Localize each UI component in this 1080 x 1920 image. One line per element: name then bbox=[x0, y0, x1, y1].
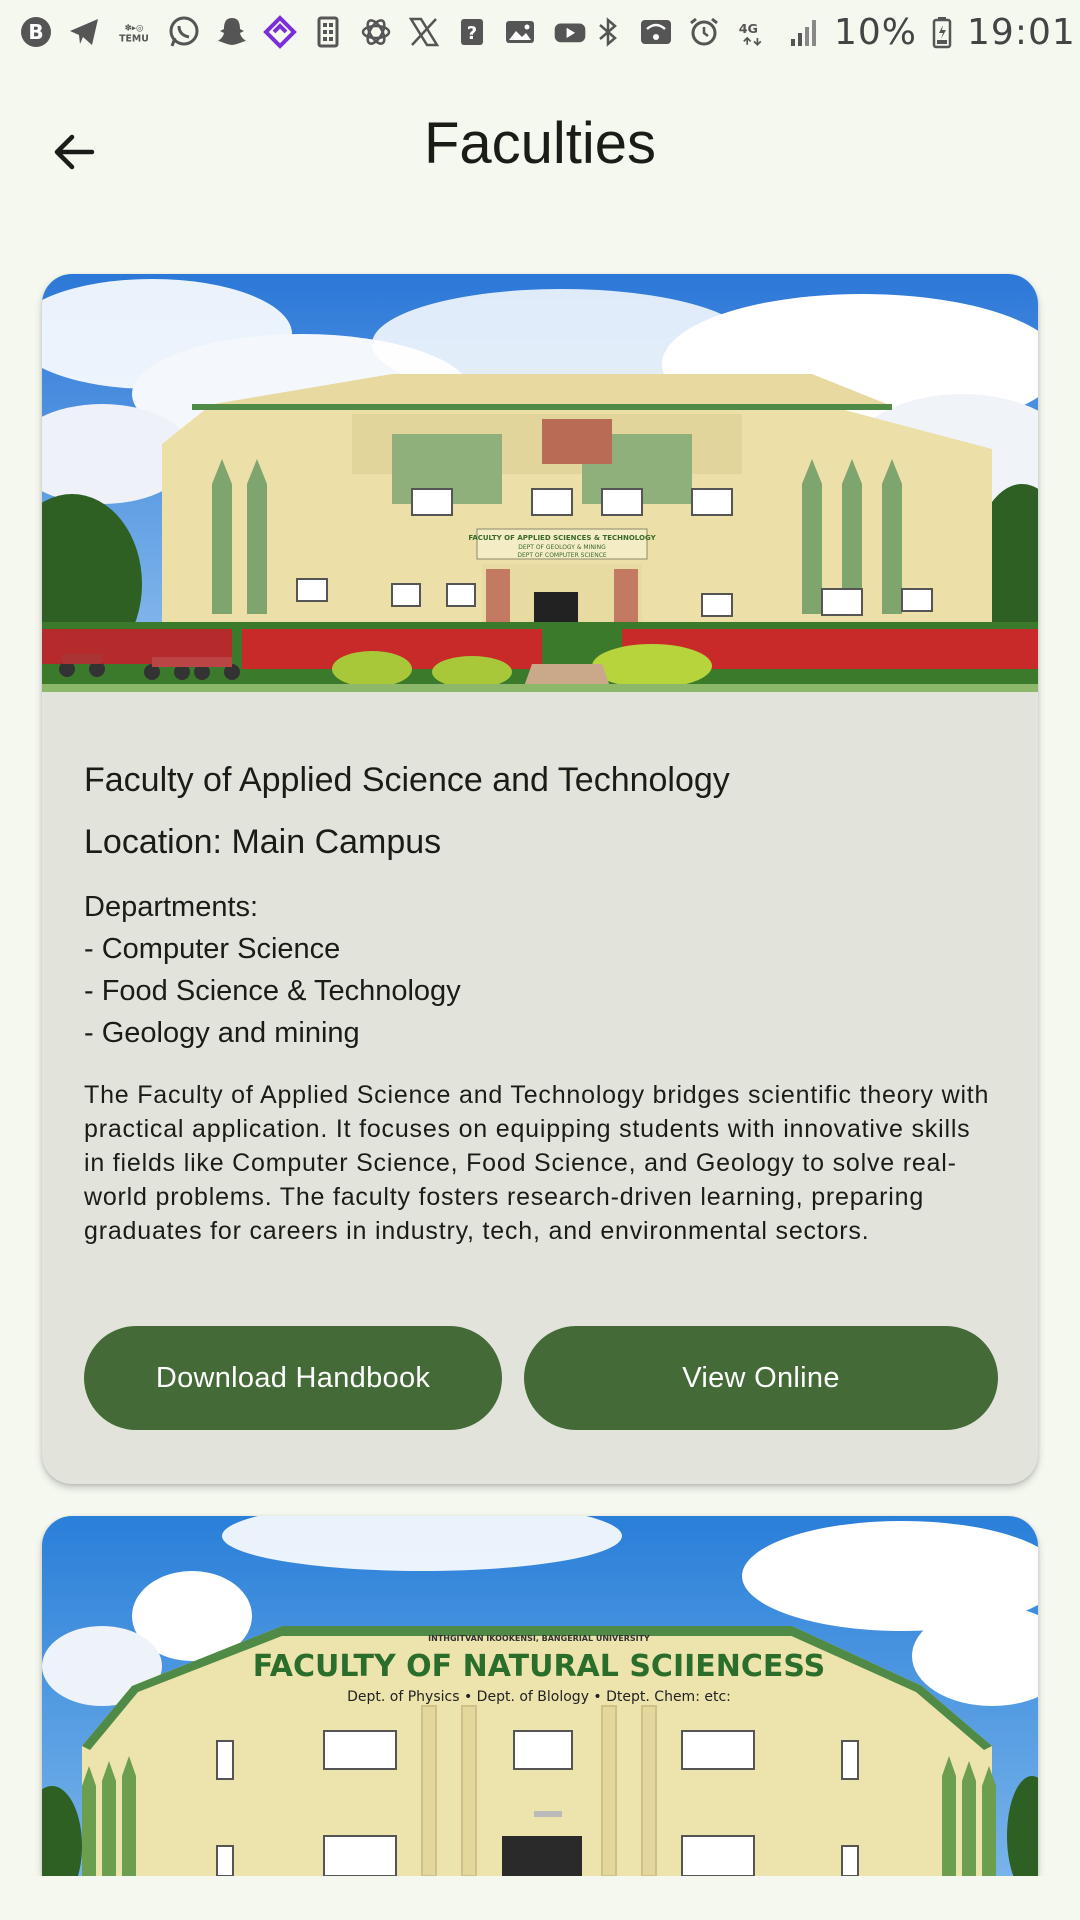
clock: 19:01 bbox=[967, 11, 1076, 53]
snapchat-icon bbox=[214, 14, 250, 50]
app-bar: Faculties bbox=[0, 64, 1080, 232]
gallery-icon bbox=[502, 14, 538, 50]
faculty-location: Location: Main Campus bbox=[84, 823, 442, 861]
b-app-icon: B bbox=[18, 14, 54, 50]
battery-percent: 10% bbox=[834, 11, 918, 53]
svg-text:?: ? bbox=[467, 23, 477, 44]
svg-text:Dept. of Physics • Dept. of Bl: Dept. of Physics • Dept. of Blology • Dt… bbox=[347, 1689, 731, 1705]
signal-icon bbox=[786, 14, 822, 50]
bottom-gesture-area bbox=[0, 1876, 1080, 1920]
notification-icons: B ✽▸◎ TEMU ? bbox=[18, 14, 590, 50]
faculty-card: INTHGITVAN IKOOKENSI, BANGERIAL UNIVERSI… bbox=[42, 1516, 1038, 1876]
svg-text:4G: 4G bbox=[739, 22, 758, 37]
question-app-icon: ? bbox=[454, 14, 490, 50]
svg-text:✽▸◎: ✽▸◎ bbox=[125, 23, 144, 33]
temu-icon: ✽▸◎ TEMU bbox=[114, 14, 154, 50]
battery-icon bbox=[929, 14, 955, 50]
faculty-building-image: INTHGITVAN IKOOKENSI, BANGERIAL UNIVERSI… bbox=[42, 1516, 1038, 1876]
svg-text:DEPT OF COMPUTER SCIENCE: DEPT OF COMPUTER SCIENCE bbox=[517, 552, 607, 559]
youtube-icon bbox=[550, 14, 590, 50]
department-item: - Geology and mining bbox=[84, 1017, 360, 1049]
card-actions: Download Handbook View Online bbox=[84, 1326, 998, 1430]
svg-text:FACULTY OF NATURAL SCIIENCESS: FACULTY OF NATURAL SCIIENCESS bbox=[253, 1649, 826, 1684]
svg-text:INTHGITVAN IKOOKENSI, BANGERIA: INTHGITVAN IKOOKENSI, BANGERIAL UNIVERSI… bbox=[428, 1634, 650, 1643]
sim-toolkit-icon bbox=[310, 14, 346, 50]
purple-app-icon bbox=[262, 14, 298, 50]
chatgpt-icon bbox=[358, 14, 394, 50]
department-item: - Computer Science bbox=[84, 933, 341, 965]
svg-text:B: B bbox=[28, 20, 43, 44]
network-type-icon: 4G bbox=[734, 14, 774, 50]
svg-text:TEMU: TEMU bbox=[119, 33, 149, 44]
department-item: - Food Science & Technology bbox=[84, 975, 461, 1007]
page-title: Faculties bbox=[423, 111, 657, 176]
svg-text:FACULTY OF APPLIED SCIENCES &: FACULTY OF APPLIED SCIENCES & TECHNOLOGY bbox=[468, 534, 656, 542]
download-handbook-button[interactable]: Download Handbook bbox=[84, 1326, 502, 1430]
faculty-description: The Faculty of Applied Science and Techn… bbox=[84, 1081, 990, 1245]
bluetooth-icon bbox=[590, 14, 626, 50]
view-online-button[interactable]: View Online bbox=[524, 1326, 998, 1430]
telegram-icon bbox=[66, 14, 102, 50]
status-bar: B ✽▸◎ TEMU ? 4G 10% 19:01 bbox=[0, 0, 1080, 64]
faculty-name: Faculty of Applied Science and Technolog… bbox=[84, 761, 730, 799]
x-icon bbox=[406, 14, 442, 50]
faculty-details: Faculty of Applied Science and Technolog… bbox=[42, 758, 1038, 1248]
system-status: 4G 10% 19:01 bbox=[590, 12, 1076, 53]
wifi-calling-icon bbox=[638, 14, 674, 50]
faculty-building-image: FACULTY OF APPLIED SCIENCES & TECHNOLOGY… bbox=[42, 274, 1038, 692]
whatsapp-icon bbox=[166, 14, 202, 50]
departments-heading: Departments: bbox=[84, 891, 259, 923]
alarm-icon bbox=[686, 14, 722, 50]
faculty-card: FACULTY OF APPLIED SCIENCES & TECHNOLOGY… bbox=[42, 274, 1038, 1484]
svg-text:DEPT OF GEOLOGY & MINING: DEPT OF GEOLOGY & MINING bbox=[518, 544, 606, 551]
